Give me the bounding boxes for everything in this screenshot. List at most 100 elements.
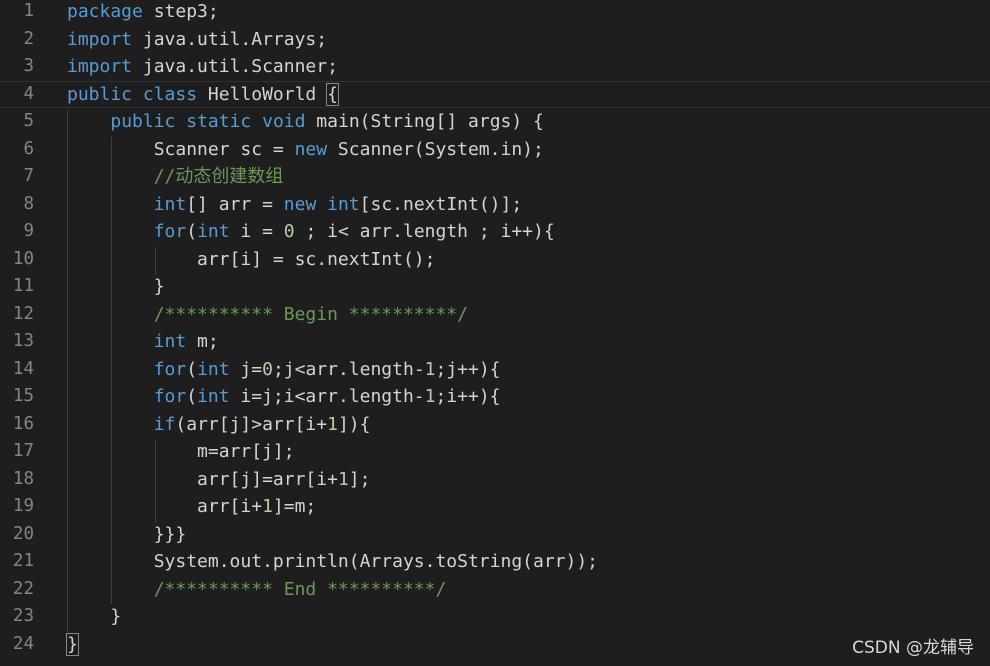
code-token-text: (arr[j]>arr[i+ xyxy=(175,413,328,435)
code-line[interactable]: 1 package step3; xyxy=(0,0,990,26)
code-line[interactable]: 15 for(int i=j;i<arr.length-1;i++){ xyxy=(0,383,990,411)
code-token-text: java.util.Scanner; xyxy=(132,56,338,77)
code-token-text: ( xyxy=(186,221,198,242)
code-token-text: j= xyxy=(229,358,263,380)
code-line[interactable]: 19 arr[i+1]=m; xyxy=(0,493,990,521)
line-code[interactable]: //动态创建数组 xyxy=(67,163,284,191)
line-code[interactable]: } xyxy=(67,603,121,631)
code-token-text: arr[i] = sc.nextInt(); xyxy=(67,248,436,270)
code-token-text: ; i< arr.length ; i++){ xyxy=(294,221,555,242)
code-token-text: Scanner sc = xyxy=(67,138,295,160)
code-token-text: main(String[] args) { xyxy=(305,111,544,132)
code-token-keyword: new xyxy=(294,138,328,160)
code-token-number: 1 xyxy=(424,386,436,407)
code-token-text: Scanner(System.in); xyxy=(327,138,544,160)
line-number: 15 xyxy=(12,386,34,406)
code-token-keyword: static xyxy=(186,111,252,132)
code-line[interactable]: 14 for(int j=0;j<arr.length-1;j++){ xyxy=(0,356,990,384)
code-token-number: 0 xyxy=(283,221,295,242)
line-code[interactable]: } xyxy=(67,273,165,301)
code-line[interactable]: 24} xyxy=(0,631,990,659)
code-token-keyword: import xyxy=(67,56,133,77)
code-token-text: ]=m; xyxy=(272,496,317,517)
line-number: 12 xyxy=(12,303,34,324)
code-token-keyword: int xyxy=(197,358,230,380)
code-token-text: }}} xyxy=(67,523,187,545)
line-code[interactable]: public class HelloWorld { xyxy=(67,81,339,109)
code-editor[interactable]: 1 package step3; 2 import java.util.Arrays;… xyxy=(0,0,990,666)
line-code[interactable]: int m; xyxy=(67,328,219,356)
code-line[interactable]: 4 public class HelloWorld { xyxy=(0,81,990,109)
code-token-text: [sc.nextInt()]; xyxy=(359,193,523,215)
line-code[interactable]: } xyxy=(66,631,79,659)
code-token-text: System.out.println(Arrays.toString(arr))… xyxy=(67,551,599,572)
code-line[interactable]: 3 import java.util.Scanner; xyxy=(0,53,990,81)
code-line[interactable]: 9 for(int i = 0 ; i< arr.length ; i++){ xyxy=(0,218,990,246)
line-code[interactable]: for(int j=0;j<arr.length-1;j++){ xyxy=(67,356,501,384)
line-code[interactable]: import java.util.Scanner; xyxy=(67,53,338,81)
line-code[interactable]: for(int i=j;i<arr.length-1;i++){ xyxy=(67,383,501,411)
line-number: 7 xyxy=(23,166,34,186)
code-token-text: i=j;i<arr.length- xyxy=(229,386,425,407)
line-number: 1 xyxy=(23,1,34,21)
code-token-keyword: public xyxy=(67,83,133,105)
code-line[interactable]: 23 } xyxy=(0,603,990,631)
code-line[interactable]: 20 }}} xyxy=(0,521,990,549)
code-line[interactable]: 2 import java.util.Arrays; xyxy=(0,26,990,54)
line-code[interactable]: public static void main(String[] args) { xyxy=(67,108,544,136)
code-token-text: arr[i+ xyxy=(67,496,263,517)
code-token-text: HelloWorld xyxy=(197,83,328,105)
watermark: CSDN @龙辅导 xyxy=(852,638,974,658)
line-code[interactable]: arr[j]=arr[i+1]; xyxy=(67,466,370,494)
line-code[interactable]: }}} xyxy=(67,521,187,549)
code-line[interactable]: 13 int m; xyxy=(0,328,990,356)
line-code[interactable]: import java.util.Arrays; xyxy=(67,26,327,54)
line-code[interactable]: if(arr[j]>arr[i+1]){ xyxy=(67,411,371,439)
code-line[interactable]: 7 //动态创建数组 xyxy=(0,163,990,191)
code-token-keyword: void xyxy=(262,111,306,132)
code-token-text: ;j<arr.length- xyxy=(272,358,425,380)
code-line[interactable]: 22 /********** End **********/ xyxy=(0,576,990,604)
code-line[interactable]: 16 if(arr[j]>arr[i+1]){ xyxy=(0,411,990,439)
code-token-number: 1 xyxy=(262,496,273,517)
code-token-keyword: int xyxy=(197,221,230,242)
code-line[interactable]: 10 arr[i] = sc.nextInt(); xyxy=(0,246,990,274)
line-code[interactable]: System.out.println(Arrays.toString(arr))… xyxy=(67,548,598,576)
code-token-comment: /********** Begin **********/ xyxy=(153,303,468,325)
code-line[interactable]: 5 public static void main(String[] args)… xyxy=(0,108,990,136)
code-line[interactable]: 8 int[] arr = new int[sc.nextInt()]; xyxy=(0,191,990,219)
code-line[interactable]: 18 arr[j]=arr[i+1]; xyxy=(0,466,990,494)
code-token-control: for xyxy=(153,386,187,407)
line-number: 24 xyxy=(12,633,34,654)
code-line[interactable]: 12 /********** Begin **********/ xyxy=(0,301,990,329)
code-line[interactable]: 6 Scanner sc = new Scanner(System.in); xyxy=(0,136,990,164)
code-line[interactable]: 11 } xyxy=(0,273,990,301)
code-token-text: } xyxy=(67,276,165,297)
code-token-brace-highlight: { xyxy=(326,82,339,106)
line-number: 22 xyxy=(12,578,34,599)
line-code[interactable]: /********** Begin **********/ xyxy=(67,301,468,329)
code-token-keyword: class xyxy=(142,83,198,105)
line-code[interactable]: int[] arr = new int[sc.nextInt()]; xyxy=(67,191,523,219)
line-code[interactable]: m=arr[j]; xyxy=(67,438,295,466)
code-token-text: step3; xyxy=(142,1,219,22)
line-code[interactable]: for(int i = 0 ; i< arr.length ; i++){ xyxy=(67,218,555,246)
code-line[interactable]: 21 System.out.println(Arrays.toString(ar… xyxy=(0,548,990,576)
line-code[interactable]: Scanner sc = new Scanner(System.in); xyxy=(67,136,544,164)
line-number: 18 xyxy=(12,468,34,489)
line-code[interactable]: package step3; xyxy=(67,0,219,26)
code-token-text: ( xyxy=(186,386,198,407)
line-number: 20 xyxy=(12,523,34,544)
code-token-keyword: int xyxy=(197,386,230,407)
code-line[interactable]: 17 m=arr[j]; xyxy=(0,438,990,466)
line-code[interactable]: arr[i] = sc.nextInt(); xyxy=(67,246,435,274)
line-code[interactable]: /********** End **********/ xyxy=(67,576,447,604)
line-code[interactable]: arr[i+1]=m; xyxy=(67,493,316,521)
